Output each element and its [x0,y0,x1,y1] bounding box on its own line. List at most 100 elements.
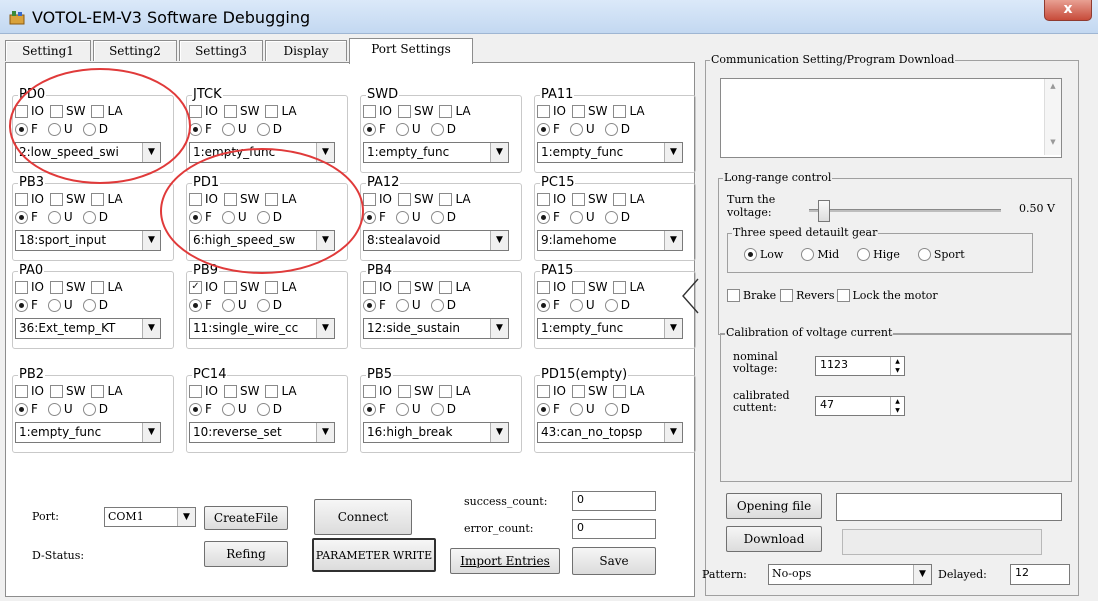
io-checkbox[interactable] [363,192,376,206]
la-checkbox[interactable] [265,192,279,206]
f-radio[interactable] [537,298,550,312]
sw-checkbox[interactable] [571,384,585,398]
d-radio[interactable] [430,298,444,312]
f-radio[interactable] [15,122,28,136]
sw-checkbox[interactable] [49,192,63,206]
la-checkbox[interactable] [439,192,453,206]
download-button[interactable]: Download [726,526,822,552]
sw-checkbox[interactable] [223,384,237,398]
f-radio[interactable] [537,402,550,416]
io-checkbox[interactable] [363,384,376,398]
f-radio[interactable] [537,122,550,136]
la-checkbox[interactable] [265,280,279,294]
message-textarea[interactable]: ▲ ▼ [720,78,1062,158]
reverse-checkbox[interactable] [780,289,794,302]
connect-button[interactable]: Connect [314,499,412,535]
u-radio[interactable] [569,402,583,416]
gear-option[interactable]: Mid [801,248,839,261]
pin-function-select[interactable]: 8:stealavoid ▼ [363,230,509,251]
gear-option[interactable]: Hige [857,248,900,261]
port-select[interactable]: COM1 ▼ [104,507,196,527]
scroll-up-icon[interactable]: ▲ [1045,82,1061,90]
f-radio[interactable] [363,210,376,224]
io-checkbox[interactable] [537,280,550,294]
io-checkbox[interactable] [537,104,550,118]
d-radio[interactable] [604,122,618,136]
io-checkbox[interactable] [189,384,202,398]
io-checkbox[interactable] [15,384,28,398]
sw-checkbox[interactable] [49,280,63,294]
d-radio[interactable] [604,210,618,224]
parameter-write-button[interactable]: PARAMETER WRITE [312,538,436,572]
u-radio[interactable] [47,210,61,224]
sw-checkbox[interactable] [49,384,63,398]
gear-radio[interactable] [744,248,757,261]
d-radio[interactable] [430,122,444,136]
f-radio[interactable] [15,210,28,224]
calibrated-current-spinner[interactable]: ▲ ▼ [890,397,904,415]
nominal-voltage-spinner[interactable]: ▲ ▼ [890,357,904,375]
file-path-input[interactable] [836,493,1062,521]
d-radio[interactable] [82,402,96,416]
gear-option[interactable]: Sport [917,248,965,261]
refing-button[interactable]: Refing [204,541,288,567]
io-checkbox[interactable] [15,280,28,294]
collapse-chevron-icon[interactable] [678,276,704,316]
sw-checkbox[interactable] [223,104,237,118]
sw-checkbox[interactable] [397,280,411,294]
u-radio[interactable] [395,122,409,136]
d-radio[interactable] [604,402,618,416]
pin-function-select[interactable]: 9:lamehome ▼ [537,230,683,251]
tab-display[interactable]: Display [265,40,347,61]
gear-radio[interactable] [857,248,871,261]
d-radio[interactable] [430,210,444,224]
tab-port-settings[interactable]: Port Settings [349,38,473,64]
u-radio[interactable] [221,210,235,224]
sw-checkbox[interactable] [223,192,237,206]
f-radio[interactable] [189,402,202,416]
u-radio[interactable] [47,298,61,312]
pin-function-select[interactable]: 6:high_speed_sw ▼ [189,230,335,251]
scrollbar[interactable]: ▲ ▼ [1044,79,1061,155]
f-radio[interactable] [363,298,376,312]
la-checkbox[interactable] [91,384,105,398]
d-radio[interactable] [82,298,96,312]
f-radio[interactable] [537,210,550,224]
pin-function-select[interactable]: 2:low_speed_swi ▼ [15,142,161,163]
sw-checkbox[interactable] [397,384,411,398]
u-radio[interactable] [47,402,61,416]
f-radio[interactable] [363,122,376,136]
gear-radio[interactable] [917,248,931,261]
import-entries-button[interactable]: Import Entries [450,548,560,574]
lock-motor-checkbox[interactable] [836,289,850,302]
sw-checkbox[interactable] [571,104,585,118]
d-radio[interactable] [256,122,270,136]
voltage-slider-track[interactable] [809,200,1001,222]
f-radio[interactable] [363,402,376,416]
gear-radio[interactable] [801,248,815,261]
pin-function-select[interactable]: 1:empty_func ▼ [15,422,161,443]
la-checkbox[interactable] [265,104,279,118]
io-checkbox[interactable] [537,384,550,398]
f-radio[interactable] [15,402,28,416]
u-radio[interactable] [221,402,235,416]
sw-checkbox[interactable] [397,192,411,206]
la-checkbox[interactable] [613,280,627,294]
pin-function-select[interactable]: 1:empty_func ▼ [537,142,683,163]
tab-setting2[interactable]: Setting2 [93,40,177,61]
io-checkbox[interactable] [363,280,376,294]
io-checkbox[interactable] [189,104,202,118]
spin-up-icon[interactable]: ▲ [891,397,904,406]
spin-down-icon[interactable]: ▼ [891,406,904,415]
nominal-voltage-input[interactable]: 1123 ▲ ▼ [815,356,905,376]
la-checkbox[interactable] [439,384,453,398]
d-radio[interactable] [82,122,96,136]
la-checkbox[interactable] [265,384,279,398]
la-checkbox[interactable] [439,280,453,294]
calibrated-current-input[interactable]: 47 ▲ ▼ [815,396,905,416]
delayed-input[interactable]: 12 [1010,564,1070,585]
f-radio[interactable] [189,298,202,312]
u-radio[interactable] [395,402,409,416]
pin-function-select[interactable]: 11:single_wire_cc ▼ [189,318,335,339]
pin-function-select[interactable]: 10:reverse_set ▼ [189,422,335,443]
